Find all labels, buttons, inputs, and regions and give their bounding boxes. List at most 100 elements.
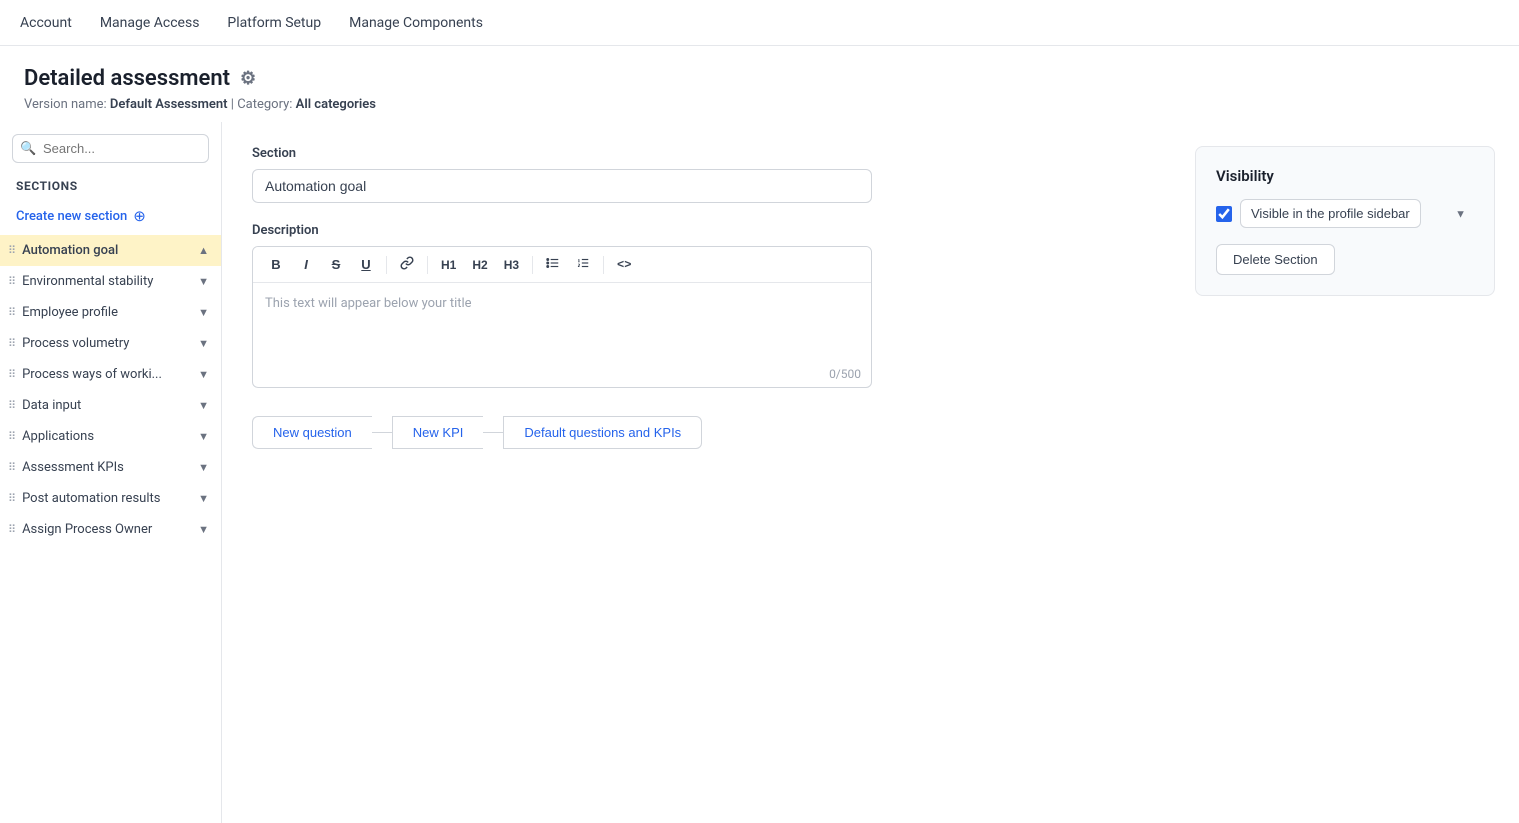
search-input[interactable] <box>12 134 209 163</box>
section-name: Assessment KPIs <box>22 460 124 475</box>
page-meta: Version name: Default Assessment | Categ… <box>24 97 1495 112</box>
editor-placeholder: This text will appear below your title <box>265 296 472 311</box>
sidebar-item-environmental-stability[interactable]: ⠿ Environmental stability ▼ <box>0 266 221 297</box>
create-new-label: Create new section <box>16 209 127 224</box>
visibility-checkbox[interactable] <box>1216 206 1232 222</box>
description-label: Description <box>252 223 1171 238</box>
category-name: All categories <box>296 97 376 112</box>
chevron-down-icon: ▼ <box>198 461 209 474</box>
new-question-button[interactable]: New question <box>252 416 372 449</box>
sidebar-item-assessment-kpis[interactable]: ⠿ Assessment KPIs ▼ <box>0 452 221 483</box>
chevron-down-icon: ▼ <box>198 492 209 505</box>
page-header: Detailed assessment ⚙ Version name: Defa… <box>0 46 1519 122</box>
h1-button[interactable]: H1 <box>435 255 462 275</box>
underline-button[interactable]: U <box>353 254 379 275</box>
category-label: Category: <box>237 97 292 112</box>
sidebar-item-applications[interactable]: ⠿ Applications ▼ <box>0 421 221 452</box>
delete-section-button[interactable]: Delete Section <box>1216 244 1335 275</box>
drag-icon: ⠿ <box>8 306 16 319</box>
chevron-up-icon: ▲ <box>198 244 209 257</box>
content-area: Section Description B I S U <box>222 122 1519 823</box>
nav-manage-components[interactable]: Manage Components <box>349 15 483 31</box>
section-name: Environmental stability <box>22 274 153 289</box>
sidebar-item-post-automation[interactable]: ⠿ Post automation results ▼ <box>0 483 221 514</box>
section-name: Assign Process Owner <box>22 522 152 537</box>
description-editor: B I S U H1 H2 H3 <box>252 246 872 388</box>
version-label: Version name: <box>24 97 107 112</box>
char-count: 0/500 <box>253 363 871 387</box>
strikethrough-button[interactable]: S <box>323 254 349 275</box>
drag-icon: ⠿ <box>8 492 16 505</box>
sidebar-item-data-input[interactable]: ⠿ Data input ▼ <box>0 390 221 421</box>
search-icon: 🔍 <box>20 141 36 156</box>
sections-label: Sections <box>0 175 221 201</box>
sidebar-item-assign-process-owner[interactable]: ⠿ Assign Process Owner ▼ <box>0 514 221 545</box>
content-with-sidebar: Section Description B I S U <box>252 146 1495 449</box>
drag-icon: ⠿ <box>8 461 16 474</box>
bold-button[interactable]: B <box>263 254 289 275</box>
content-main: Section Description B I S U <box>252 146 1171 449</box>
visibility-dropdown[interactable]: Visible in the profile sidebar Hidden fr… <box>1240 199 1421 228</box>
section-name: Applications <box>22 429 94 444</box>
sidebar-item-employee-profile[interactable]: ⠿ Employee profile ▼ <box>0 297 221 328</box>
link-button[interactable] <box>394 253 420 276</box>
drag-icon: ⠿ <box>8 244 16 257</box>
nav-platform-setup[interactable]: Platform Setup <box>227 15 321 31</box>
chevron-down-icon: ▼ <box>198 275 209 288</box>
top-nav: Account Manage Access Platform Setup Man… <box>0 0 1519 46</box>
drag-icon: ⠿ <box>8 523 16 536</box>
sidebar-item-process-volumetry[interactable]: ⠿ Process volumetry ▼ <box>0 328 221 359</box>
section-name: Post automation results <box>22 491 160 506</box>
section-name: Process ways of worki... <box>22 367 162 382</box>
h3-button[interactable]: H3 <box>498 255 525 275</box>
section-name-input[interactable] <box>252 169 872 203</box>
sidebar-item-automation-goal[interactable]: ⠿ Automation goal ▲ <box>0 235 221 266</box>
default-questions-kpis-button[interactable]: Default questions and KPIs <box>503 416 702 449</box>
connector-line <box>372 432 392 433</box>
editor-toolbar: B I S U H1 H2 H3 <box>253 247 871 283</box>
nav-account[interactable]: Account <box>20 15 72 31</box>
drag-icon: ⠿ <box>8 275 16 288</box>
chevron-down-icon: ▼ <box>198 337 209 350</box>
chevron-down-icon: ▼ <box>198 523 209 536</box>
drag-icon: ⠿ <box>8 399 16 412</box>
italic-button[interactable]: I <box>293 254 319 275</box>
sidebar-item-process-ways[interactable]: ⠿ Process ways of worki... ▼ <box>0 359 221 390</box>
h2-button[interactable]: H2 <box>466 255 493 275</box>
settings-icon[interactable]: ⚙ <box>240 68 256 89</box>
select-wrapper: Visible in the profile sidebar Hidden fr… <box>1240 199 1474 228</box>
sidebar-search-container: 🔍 <box>0 134 221 175</box>
visibility-panel: Visibility Visible in the profile sideba… <box>1195 146 1495 296</box>
editor-body[interactable]: This text will appear below your title <box>253 283 871 363</box>
main-layout: 🔍 Sections Create new section ⊕ ⠿ Automa… <box>0 122 1519 823</box>
plus-circle-icon: ⊕ <box>133 207 146 225</box>
code-button[interactable]: <> <box>611 255 637 275</box>
connector-line <box>483 432 503 433</box>
new-kpi-button[interactable]: New KPI <box>392 416 484 449</box>
action-buttons: New question New KPI Default questions a… <box>252 416 1171 449</box>
section-name: Automation goal <box>22 243 118 258</box>
toolbar-separator <box>603 256 604 274</box>
toolbar-separator <box>386 256 387 274</box>
drag-icon: ⠿ <box>8 368 16 381</box>
bullet-list-button[interactable] <box>540 253 566 276</box>
drag-icon: ⠿ <box>8 337 16 350</box>
chevron-down-icon: ▼ <box>1455 207 1466 220</box>
toolbar-separator <box>427 256 428 274</box>
chevron-down-icon: ▼ <box>198 430 209 443</box>
section-name: Process volumetry <box>22 336 129 351</box>
visibility-title: Visibility <box>1216 167 1474 185</box>
section-name: Data input <box>22 398 81 413</box>
nav-manage-access[interactable]: Manage Access <box>100 15 200 31</box>
ordered-list-button[interactable] <box>570 253 596 276</box>
chevron-down-icon: ▼ <box>198 368 209 381</box>
drag-icon: ⠿ <box>8 430 16 443</box>
section-name: Employee profile <box>22 305 118 320</box>
sidebar: 🔍 Sections Create new section ⊕ ⠿ Automa… <box>0 122 222 823</box>
section-field-label: Section <box>252 146 1171 161</box>
version-name: Default Assessment <box>110 97 228 112</box>
create-new-section-link[interactable]: Create new section ⊕ <box>0 201 221 235</box>
chevron-down-icon: ▼ <box>198 306 209 319</box>
chevron-down-icon: ▼ <box>198 399 209 412</box>
visibility-select-wrap: Visible in the profile sidebar Hidden fr… <box>1216 199 1474 228</box>
